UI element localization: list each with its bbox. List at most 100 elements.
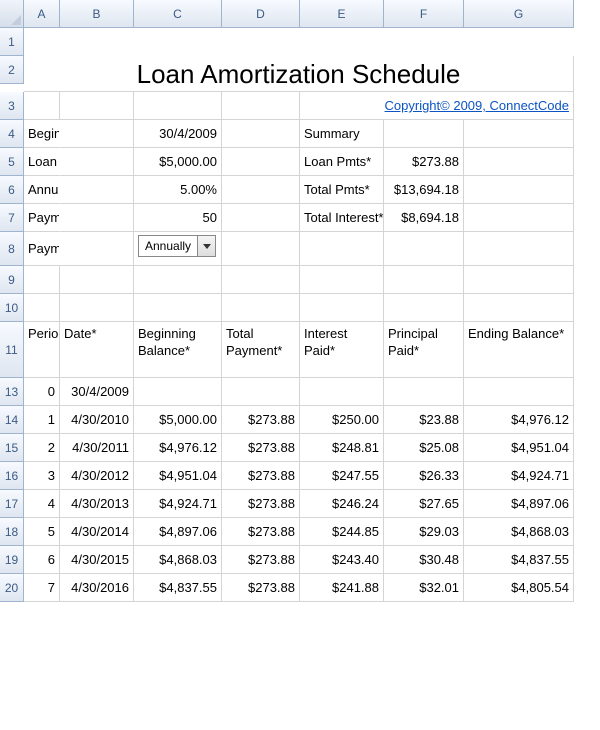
cell-period-0[interactable]: 0 [24,378,60,406]
row-header-14[interactable]: 14 [0,406,24,434]
row-header-20[interactable]: 20 [0,574,24,602]
cell-F8[interactable] [384,232,464,266]
copyright-link[interactable]: Copyright© 2009, ConnectCode [300,92,574,120]
freq-dropdown[interactable]: Annually [138,235,216,257]
cell-end-7[interactable]: $4,805.54 [464,574,574,602]
cell-r1c0[interactable] [24,28,60,56]
cell-date-1[interactable]: 4/30/2010 [60,406,134,434]
cell-r10c0[interactable] [24,294,60,322]
row-header-6[interactable]: 6 [0,176,24,204]
cell-r9c6[interactable] [464,266,574,294]
cell-pmt-2[interactable]: $273.88 [222,434,300,462]
cell-r1c2[interactable] [134,28,222,56]
cell-r9c2[interactable] [134,266,222,294]
cell-pmt-5[interactable]: $273.88 [222,518,300,546]
cell-period-7[interactable]: 7 [24,574,60,602]
cell-pmt-0[interactable] [222,378,300,406]
row-header-19[interactable]: 19 [0,546,24,574]
cell-int-4[interactable]: $246.24 [300,490,384,518]
value-air[interactable]: 5.00% [134,176,222,204]
col-header-D[interactable]: D [222,0,300,28]
row-header-11[interactable]: 11 [0,322,24,378]
cell-G6[interactable] [464,176,574,204]
cell-date-0[interactable]: 30/4/2009 [60,378,134,406]
value-loan-pmts[interactable]: $273.88 [384,148,464,176]
row-header-17[interactable]: 17 [0,490,24,518]
cell-B3[interactable] [60,92,134,120]
cell-period-6[interactable]: 6 [24,546,60,574]
value-period[interactable]: 50 [134,204,222,232]
cell-pmt-7[interactable]: $273.88 [222,574,300,602]
cell-F4[interactable] [384,120,464,148]
cell-C3[interactable] [134,92,222,120]
value-loan-amount[interactable]: $5,000.00 [134,148,222,176]
row-header-18[interactable]: 18 [0,518,24,546]
cell-begin-0[interactable] [134,378,222,406]
row-header-5[interactable]: 5 [0,148,24,176]
cell-period-5[interactable]: 5 [24,518,60,546]
cell-begin-6[interactable]: $4,868.03 [134,546,222,574]
cell-int-3[interactable]: $247.55 [300,462,384,490]
cell-prin-2[interactable]: $25.08 [384,434,464,462]
cell-B5[interactable] [60,148,134,176]
cell-int-0[interactable] [300,378,384,406]
cell-r9c3[interactable] [222,266,300,294]
cell-date-2[interactable]: 4/30/2011 [60,434,134,462]
cell-begin-7[interactable]: $4,837.55 [134,574,222,602]
cell-G4[interactable] [464,120,574,148]
cell-r1c5[interactable] [384,28,464,56]
cell-D3[interactable] [222,92,300,120]
cell-r9c4[interactable] [300,266,384,294]
cell-r1c6[interactable] [464,28,574,56]
cell-date-5[interactable]: 4/30/2014 [60,518,134,546]
cell-begin-5[interactable]: $4,897.06 [134,518,222,546]
cell-end-4[interactable]: $4,897.06 [464,490,574,518]
row-header-1[interactable]: 1 [0,28,24,56]
col-header-C[interactable]: C [134,0,222,28]
cell-G8[interactable] [464,232,574,266]
cell-r9c1[interactable] [60,266,134,294]
cell-period-4[interactable]: 4 [24,490,60,518]
row-header-15[interactable]: 15 [0,434,24,462]
cell-D7[interactable] [222,204,300,232]
cell-end-3[interactable]: $4,924.71 [464,462,574,490]
row-header-9[interactable]: 9 [0,266,24,294]
cell-r10c4[interactable] [300,294,384,322]
col-header-F[interactable]: F [384,0,464,28]
cell-r10c6[interactable] [464,294,574,322]
cell-r1c1[interactable] [60,28,134,56]
cell-D8[interactable] [222,232,300,266]
cell-G5[interactable] [464,148,574,176]
cell-prin-3[interactable]: $26.33 [384,462,464,490]
cell-B4[interactable] [60,120,134,148]
cell-D5[interactable] [222,148,300,176]
cell-int-6[interactable]: $243.40 [300,546,384,574]
row-header-13[interactable]: 13 [0,378,24,406]
cell-G7[interactable] [464,204,574,232]
cell-B8[interactable] [60,232,134,266]
cell-begin-2[interactable]: $4,976.12 [134,434,222,462]
cell-int-1[interactable]: $250.00 [300,406,384,434]
row-header-3[interactable]: 3 [0,92,24,120]
cell-r9c5[interactable] [384,266,464,294]
value-total-int[interactable]: $8,694.18 [384,204,464,232]
cell-period-2[interactable]: 2 [24,434,60,462]
cell-int-7[interactable]: $241.88 [300,574,384,602]
chevron-down-icon[interactable] [197,236,215,256]
cell-pmt-1[interactable]: $273.88 [222,406,300,434]
cell-r1c4[interactable] [300,28,384,56]
cell-r10c3[interactable] [222,294,300,322]
value-total-pmts[interactable]: $13,694.18 [384,176,464,204]
cell-E8[interactable] [300,232,384,266]
cell-prin-6[interactable]: $30.48 [384,546,464,574]
cell-prin-1[interactable]: $23.88 [384,406,464,434]
col-header-G[interactable]: G [464,0,574,28]
cell-begin-1[interactable]: $5,000.00 [134,406,222,434]
cell-date-7[interactable]: 4/30/2016 [60,574,134,602]
cell-A3[interactable] [24,92,60,120]
cell-end-0[interactable] [464,378,574,406]
col-header-B[interactable]: B [60,0,134,28]
cell-begin-3[interactable]: $4,951.04 [134,462,222,490]
cell-prin-4[interactable]: $27.65 [384,490,464,518]
freq-dropdown-cell[interactable]: Annually [134,232,222,266]
